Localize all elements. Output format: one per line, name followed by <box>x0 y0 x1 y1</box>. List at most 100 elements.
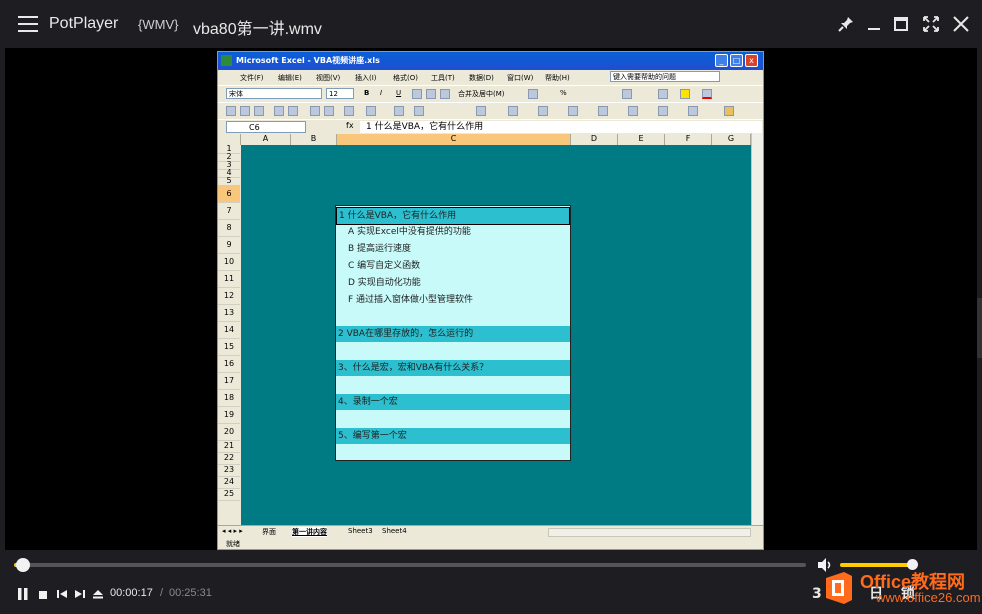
formula-input: 1 什么是VBA，它有什么作用 <box>360 121 762 133</box>
merge-center-button: 合并及居中(M) <box>458 90 505 98</box>
row-header-15: 15 <box>218 338 240 356</box>
save-icon <box>254 106 264 116</box>
indent-icon <box>622 89 632 99</box>
prev-icon[interactable] <box>56 588 68 600</box>
outline-q2: 2 VBA在哪里存放的，怎么运行的 <box>336 326 570 342</box>
col-header-f: F <box>665 134 712 145</box>
outline-q3: 3、什么是宏，宏和VBA有什么关系？ <box>336 360 570 376</box>
listbox-control-icon <box>628 106 638 116</box>
excel-title-bar: Microsoft Excel - VBA视频讲座.xls _ □ x <box>218 52 763 70</box>
col-header-e: E <box>618 134 665 145</box>
align-left-icon <box>412 89 422 99</box>
office-logo-icon <box>826 572 852 604</box>
file-format: {WMV} <box>138 17 179 32</box>
watermark-url: www.office26.com <box>876 590 981 605</box>
col-header-a: A <box>241 134 291 145</box>
menu-file: 文件(F) <box>240 74 264 82</box>
form-control-icon <box>538 106 548 116</box>
borders-icon <box>658 89 668 99</box>
excel-format-toolbar: 宋体 12 B I U 合并及居中(M) % <box>218 85 763 103</box>
combo-control-icon <box>658 106 668 116</box>
next-icon[interactable] <box>74 588 86 600</box>
menu-edit: 编辑(E) <box>278 74 302 82</box>
fill-color-icon <box>680 89 690 99</box>
pause-icon[interactable] <box>17 588 29 600</box>
undo-icon <box>344 106 354 116</box>
outline-q1-item-f: F 通过插入窗体做小型管理软件 <box>348 295 474 305</box>
open-icon <box>240 106 250 116</box>
row-header-17: 17 <box>218 372 240 390</box>
current-time: 00:00:17 <box>110 587 153 599</box>
bold-button: B <box>364 89 370 97</box>
redo-icon <box>366 106 376 116</box>
time-separator: / <box>160 587 164 599</box>
excel-minimize-icon: _ <box>715 54 728 67</box>
file-name: vba80第一讲.wmv <box>193 21 322 38</box>
fx-icon: fx <box>346 121 354 130</box>
font-size-box: 12 <box>326 88 354 99</box>
scroll-control-icon <box>688 106 698 116</box>
title-bar: PotPlayer {WMV} vba80第一讲.wmv <box>0 0 982 48</box>
sort-icon <box>414 106 424 116</box>
font-color-icon <box>702 89 712 99</box>
row-header-19: 19 <box>218 406 240 424</box>
menu-insert: 插入(I) <box>355 74 377 82</box>
seek-bar[interactable] <box>14 558 806 572</box>
excel-horizontal-scrollbar <box>548 528 751 537</box>
menu-help: 帮助(H) <box>545 74 570 82</box>
outline-q1-item-c: C 编写自定义函数 <box>348 261 421 271</box>
outline-q1-item-a: A 实现Excel中没有提供的功能 <box>348 227 471 237</box>
sheet-tab-4: Sheet4 <box>382 527 407 535</box>
row-header-6: 6 <box>218 185 240 203</box>
status-text: 就绪 <box>226 540 240 548</box>
row-header-7: 7 <box>218 202 240 220</box>
checkbox-control-icon <box>568 106 578 116</box>
menu-icon[interactable] <box>18 16 38 32</box>
col-header-c: C <box>337 134 571 145</box>
autosum-icon <box>394 106 404 116</box>
outline-panel: 1 什么是VBA，它有什么作用 A 实现Excel中没有提供的功能 B 提高运行… <box>335 205 571 461</box>
sheet-tabs: ◂ ◂ ▸ ▸ 界面 第一讲内容 Sheet3 Sheet4 <box>218 525 763 539</box>
sheet-tab-3: Sheet3 <box>348 527 373 535</box>
stop-icon[interactable] <box>38 588 48 600</box>
excel-status-bar: 就绪 <box>218 538 763 549</box>
button-control-icon <box>598 106 608 116</box>
excel-close-icon: x <box>745 54 758 67</box>
outline-q1-item-b: B 提高运行速度 <box>348 244 412 254</box>
underline-button: U <box>396 89 402 97</box>
row-header-18: 18 <box>218 389 240 407</box>
chart-icon <box>476 106 486 116</box>
excel-vertical-scrollbar <box>751 133 763 525</box>
menu-data: 数据(D) <box>469 74 494 82</box>
maximize-icon[interactable] <box>891 14 911 34</box>
preview-icon <box>288 106 298 116</box>
fullscreen-icon[interactable] <box>921 14 941 34</box>
name-box: C6 <box>226 121 306 133</box>
outline-q4: 4、录制一个宏 <box>336 394 570 410</box>
eject-icon[interactable] <box>92 588 104 600</box>
menu-window: 窗口(W) <box>507 74 534 82</box>
row-header-16: 16 <box>218 355 240 373</box>
percent-button: % <box>560 89 567 97</box>
row-header-25: 25 <box>218 488 240 501</box>
close-icon[interactable] <box>951 14 971 34</box>
print-icon <box>274 106 284 116</box>
minimize-icon[interactable] <box>864 14 884 34</box>
excel-menubar: 文件(F) 编辑(E) 视图(V) 插入(I) 格式(O) 工具(T) 数据(D… <box>218 70 763 85</box>
side-panel-handle[interactable] <box>977 298 982 358</box>
row-header-11: 11 <box>218 270 240 288</box>
seek-handle[interactable] <box>16 558 30 572</box>
pin-icon[interactable] <box>836 14 856 34</box>
italic-button: I <box>380 89 383 97</box>
excel-help-box: 键入需要帮助的问题 <box>610 71 720 82</box>
menu-format: 格式(O) <box>393 74 418 82</box>
menu-tools: 工具(T) <box>431 74 455 82</box>
sheet-nav-icon: ◂ ◂ ▸ ▸ <box>222 527 243 535</box>
col-header-g: G <box>712 134 751 145</box>
total-time: 00:25:31 <box>169 587 212 599</box>
grid-toggle-icon <box>724 106 734 116</box>
site-watermark: Office教程网 www.office26.com <box>818 566 981 610</box>
align-right-icon <box>440 89 450 99</box>
outline-q1-item-d: D 实现自动化功能 <box>348 278 421 288</box>
row-header-20: 20 <box>218 423 240 441</box>
